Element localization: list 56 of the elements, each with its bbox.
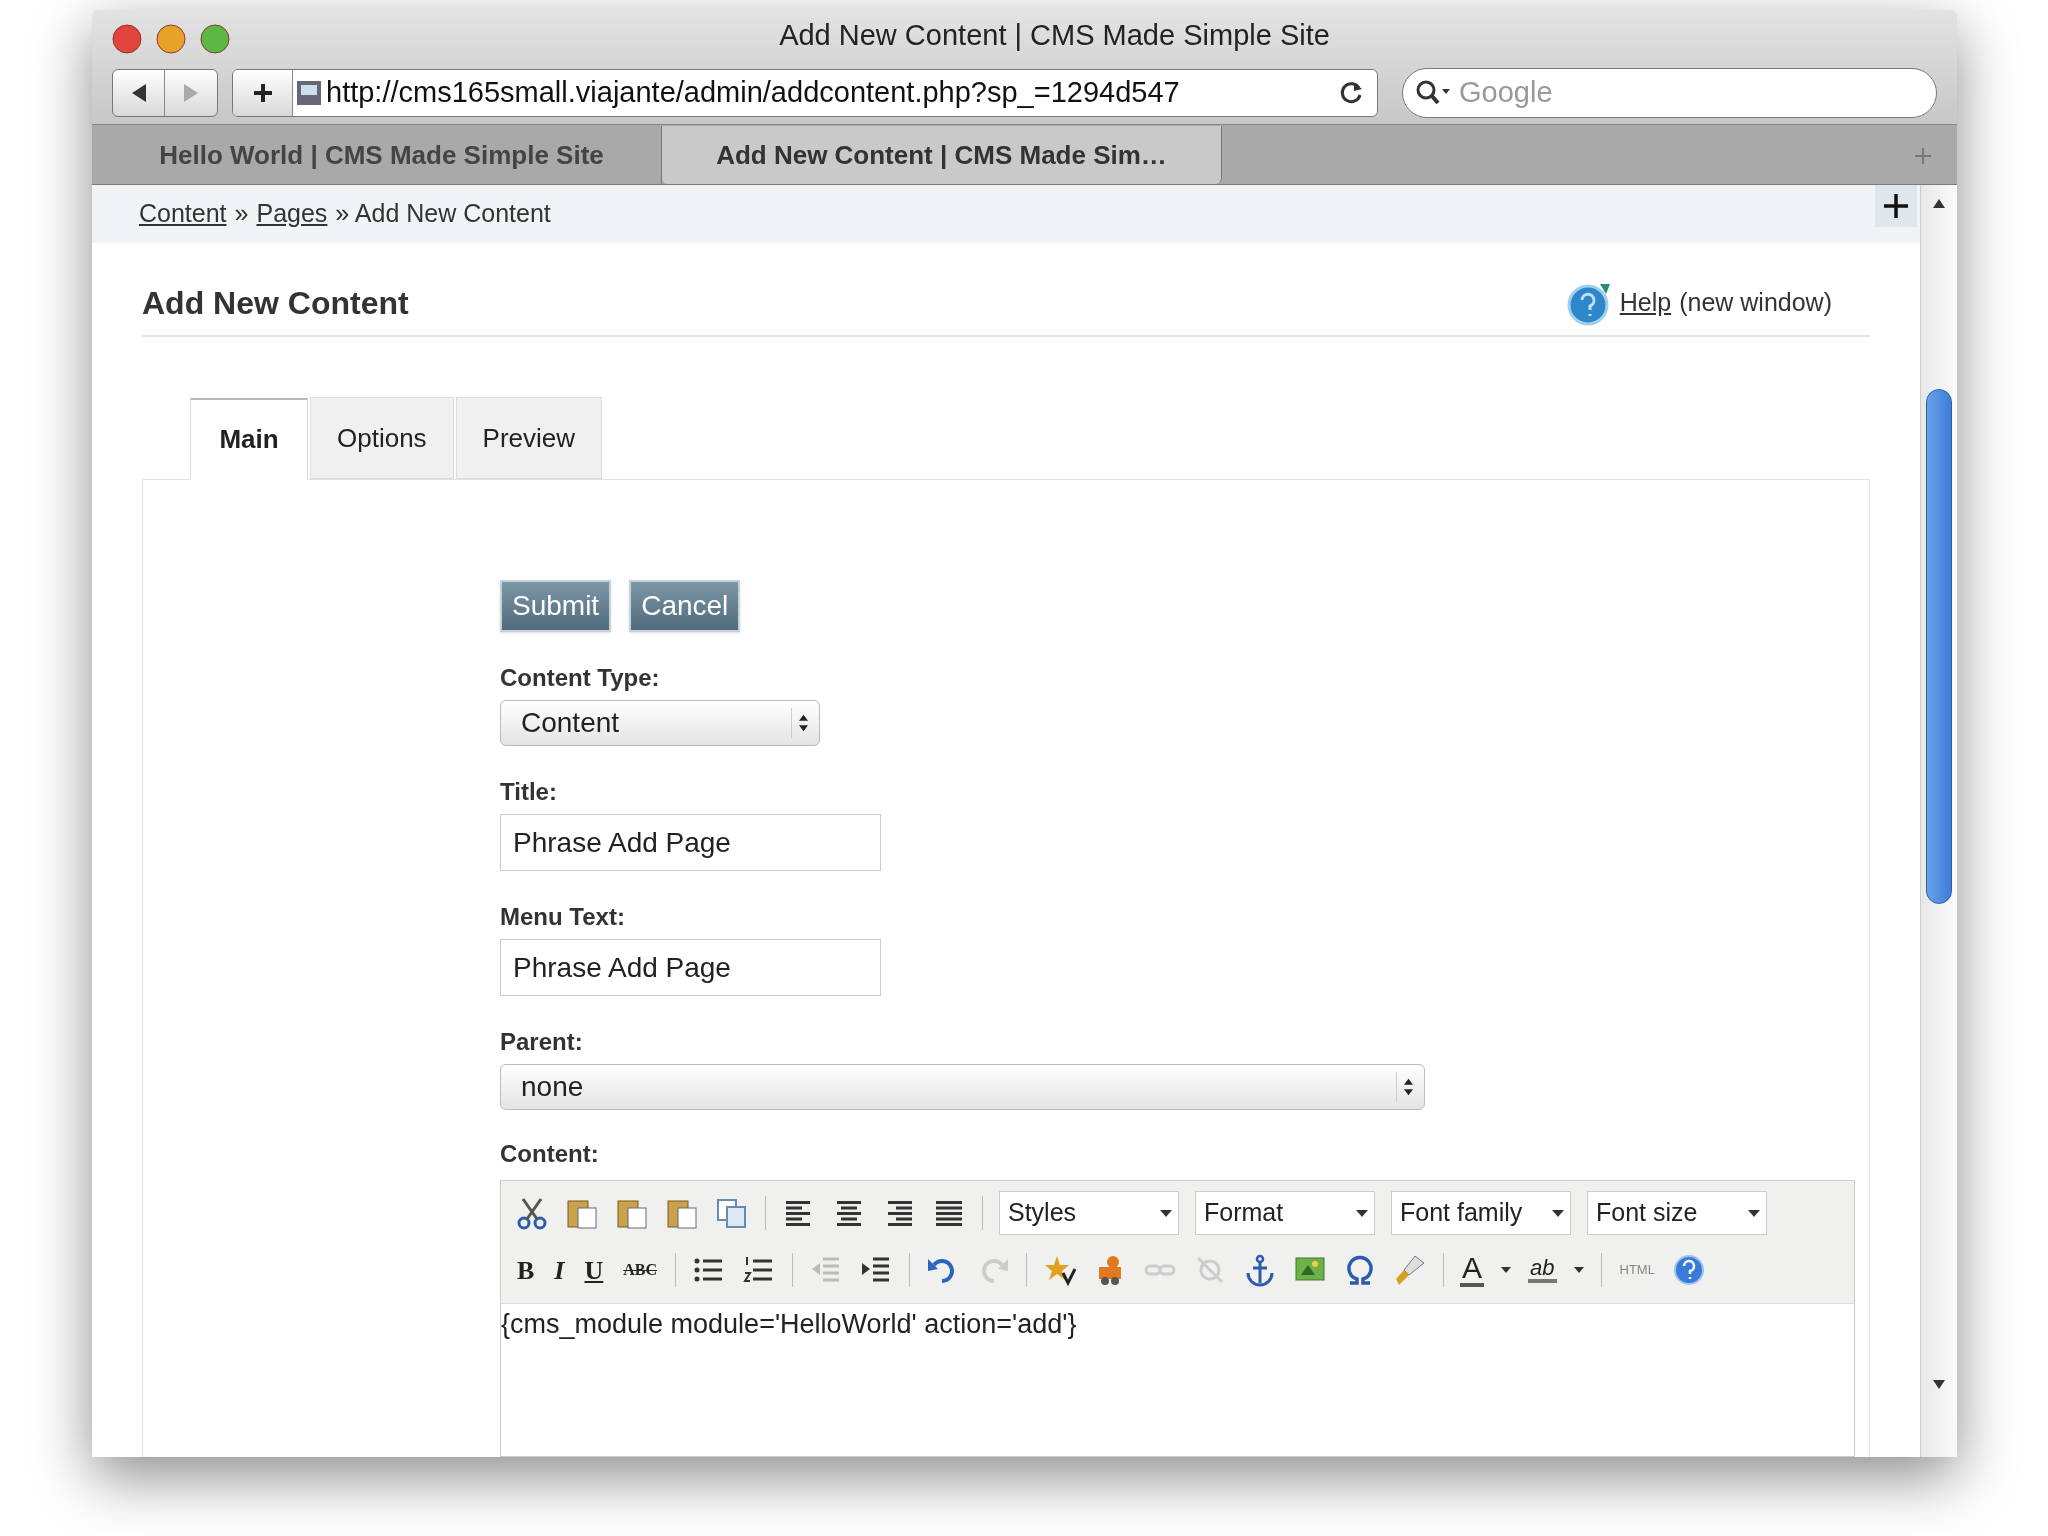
copy-icon[interactable] <box>715 1196 749 1230</box>
toolbar-dropdown[interactable]: Styles <box>999 1191 1179 1235</box>
editor-text[interactable]: {cms_module module='HelloWorld' action='add'} <box>501 1304 1854 1345</box>
select-dropdown[interactable]: Content <box>500 700 820 746</box>
form-button[interactable]: Submit <box>500 580 612 632</box>
breadcrumb-text: » Add New Content <box>335 198 551 230</box>
scroll-thumb[interactable] <box>1926 389 1952 904</box>
help-link[interactable]: Help <box>1619 284 1672 322</box>
updown-arrow-icon <box>791 708 811 738</box>
breadcrumb-text: » <box>234 198 249 230</box>
dropdown-arrow-icon <box>1354 1208 1370 1218</box>
breadcrumb-link[interactable]: Content <box>139 195 227 233</box>
search-icon <box>1415 79 1451 107</box>
updown-arrow-icon <box>1396 1072 1416 1102</box>
browser-tab[interactable]: Add New Content | CMS Made Sim… <box>662 126 1222 184</box>
forward-icon <box>182 83 200 103</box>
text-field[interactable]: Phrase Add Page <box>500 814 881 871</box>
minimize-button[interactable] <box>156 24 186 54</box>
field-label: Content: <box>500 1139 600 1169</box>
dropdown-arrow-icon <box>1158 1208 1174 1218</box>
text-field[interactable]: Phrase Add Page <box>500 939 881 996</box>
select-dropdown[interactable]: none <box>500 1064 1425 1110</box>
plus-icon <box>1883 193 1909 219</box>
field-label: Menu Text: <box>500 902 626 932</box>
toolbar-button[interactable]: A <box>1460 1253 1485 1287</box>
toolbar-button[interactable]: B <box>515 1250 537 1290</box>
scroll-down-icon[interactable] <box>1932 1379 1946 1391</box>
form-button[interactable]: Cancel <box>629 580 741 632</box>
scrollbar[interactable] <box>1920 185 1957 1457</box>
toolbar-dropdown[interactable]: Font size <box>1587 1191 1767 1235</box>
dropdown-arrow-icon <box>1550 1208 1566 1218</box>
tab[interactable]: Main <box>190 398 308 480</box>
toolbar-dropdown[interactable]: Format <box>1195 1191 1375 1235</box>
help-icon[interactable] <box>1672 1254 1705 1286</box>
toolbar-dropdown[interactable]: Font family <box>1391 1191 1571 1235</box>
dropdown-arrow-icon[interactable] <box>1572 1266 1585 1274</box>
field-label: Title: <box>500 777 558 807</box>
help-note: (new window) <box>1679 287 1832 319</box>
close-button[interactable] <box>112 24 142 54</box>
tab[interactable]: Preview <box>455 397 603 479</box>
dropdown-arrow-icon <box>1746 1208 1762 1218</box>
add-button[interactable] <box>1875 185 1917 227</box>
toolbar-button[interactable]: I <box>552 1250 567 1290</box>
window-title: Add New Content | CMS Made Simple Site <box>778 18 1330 54</box>
dropdown-arrow-icon[interactable] <box>1500 1266 1513 1274</box>
field-label: Parent: <box>500 1027 584 1057</box>
zoom-button[interactable] <box>200 24 230 54</box>
cut-icon[interactable] <box>515 1196 549 1230</box>
toolbar-button[interactable]: ABC <box>621 1258 660 1282</box>
breadcrumb-link[interactable]: Pages <box>256 195 328 233</box>
page-heading: Add New Content <box>142 284 409 323</box>
field-label: Content Type: <box>500 663 661 693</box>
tab[interactable]: Options <box>310 397 454 479</box>
scroll-up-icon[interactable] <box>1932 197 1946 209</box>
toolbar-button[interactable]: U <box>582 1250 606 1290</box>
toolbar-button[interactable]: ab <box>1528 1257 1557 1283</box>
